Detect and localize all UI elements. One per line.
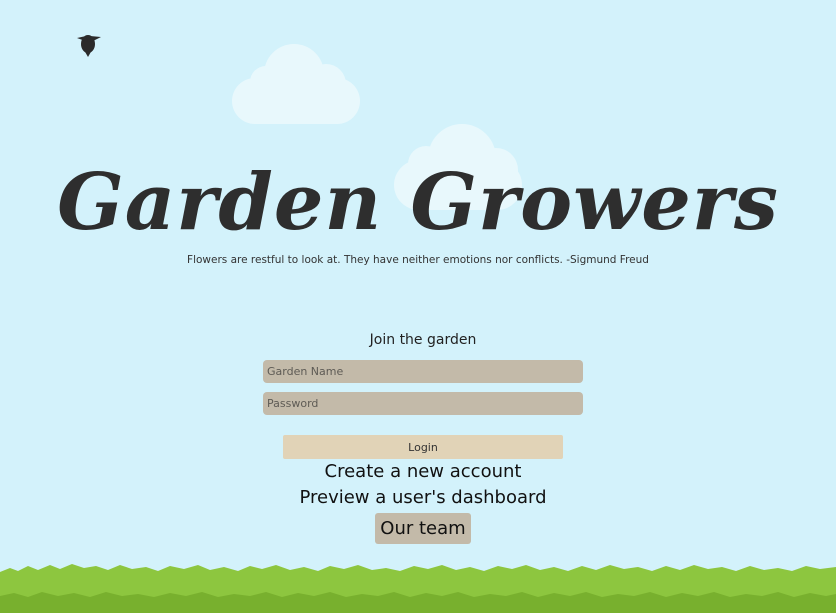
create-account-link[interactable]: Create a new account [0, 461, 836, 482]
quote-subtitle: Flowers are restful to look at. They hav… [187, 254, 649, 266]
our-team-button[interactable]: Our team [375, 513, 471, 544]
preview-dashboard-link[interactable]: Preview a user's dashboard [0, 487, 836, 508]
page-title: Garden Growers [57, 157, 779, 248]
garden-name-input[interactable] [263, 360, 583, 383]
cloud-icon [232, 44, 360, 124]
bird-icon [77, 35, 101, 57]
password-input[interactable] [263, 392, 583, 415]
grass-icon [0, 564, 836, 613]
form-heading: Join the garden [369, 332, 477, 348]
login-button[interactable]: Login [283, 435, 563, 459]
